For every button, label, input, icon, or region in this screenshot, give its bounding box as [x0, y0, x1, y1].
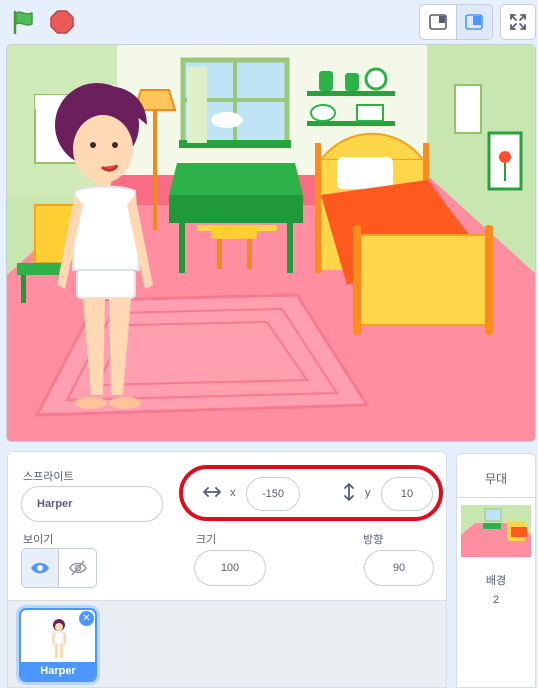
harper-thumbnail — [52, 619, 66, 658]
direction-input[interactable]: 90 — [364, 550, 434, 586]
sprite-list: ✕ Harper — [7, 601, 447, 688]
normal-stage-button[interactable] — [455, 5, 492, 39]
x-arrows-icon — [202, 485, 222, 504]
fullscreen-button[interactable] — [500, 4, 536, 40]
stage-title: 무대 — [484, 472, 508, 486]
backdrops-count: 2 — [492, 594, 500, 606]
stage-canvas[interactable] — [6, 44, 536, 442]
y-position-input[interactable]: 10 — [381, 477, 433, 511]
stage-size-toggle — [419, 4, 493, 40]
sprite-name-input[interactable]: Harper — [21, 486, 163, 522]
small-stage-icon — [429, 14, 447, 30]
eye-icon — [31, 562, 49, 574]
fullscreen-icon — [510, 14, 526, 30]
y-arrows-icon — [342, 482, 356, 507]
stage-selector-pane[interactable]: 무대 배경 2 — [456, 453, 536, 688]
show-sprite-button[interactable] — [22, 549, 60, 587]
size-input[interactable]: 100 — [194, 550, 266, 586]
delete-sprite-icon[interactable]: ✕ — [79, 611, 94, 626]
bedroom-backdrop — [7, 45, 535, 441]
show-label: 보이기 — [23, 534, 54, 546]
sprite-tile-name: Harper — [21, 662, 95, 680]
backdrop-thumbnail — [461, 505, 531, 557]
backdrops-label: 배경 — [485, 575, 507, 587]
hide-sprite-button[interactable] — [59, 549, 96, 587]
sprite-info-panel: 스프라이트 Harper x -150 y 10 보이기 크기 100 방향 9… — [7, 451, 447, 601]
sprite-tile-harper[interactable]: ✕ Harper — [19, 608, 97, 682]
x-label: x — [230, 487, 236, 499]
normal-stage-icon — [465, 14, 484, 30]
x-position-input[interactable]: -150 — [246, 477, 300, 511]
divider — [457, 497, 535, 498]
stop-icon[interactable] — [48, 8, 76, 36]
visibility-toggle — [21, 548, 97, 588]
direction-label: 방향 — [363, 534, 384, 546]
size-label: 크기 — [196, 534, 217, 546]
eye-slash-icon — [68, 560, 87, 576]
sprite-label: 스프라이트 — [23, 471, 74, 483]
y-label: y — [365, 487, 371, 499]
green-flag-icon[interactable] — [10, 8, 38, 36]
small-stage-button[interactable] — [420, 5, 456, 39]
